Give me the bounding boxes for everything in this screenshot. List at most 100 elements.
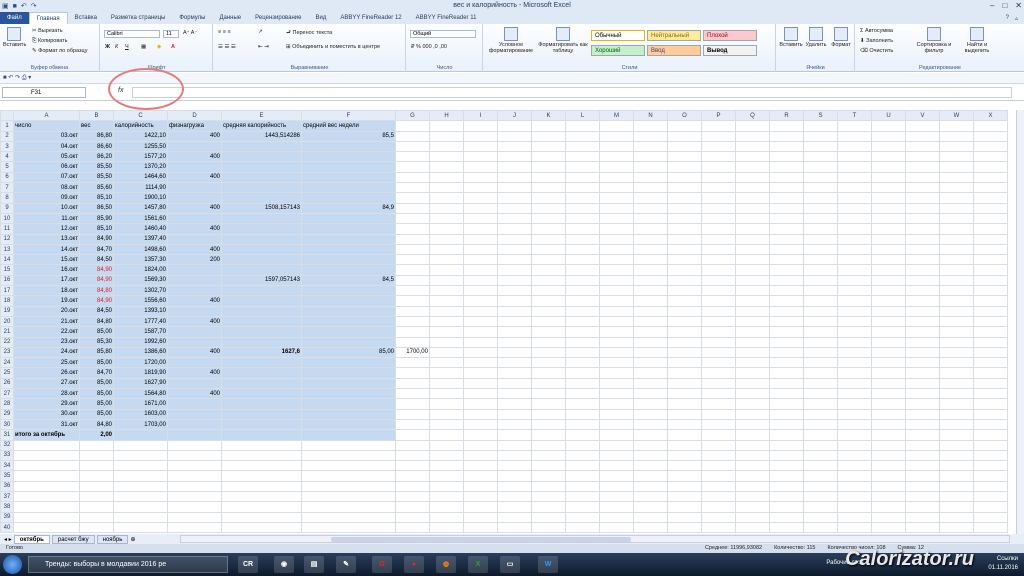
find-select-button[interactable]: Найти и выделить	[958, 27, 996, 54]
cell-H17[interactable]	[429, 285, 464, 297]
cell-Q20[interactable]	[735, 315, 770, 328]
cell-T15[interactable]	[837, 264, 872, 276]
cell-L40[interactable]	[565, 521, 600, 534]
cell-Q5[interactable]	[735, 161, 770, 173]
row-header[interactable]: 37	[0, 490, 14, 503]
cell-C24[interactable]: 1720,00	[113, 357, 168, 369]
cell-P5[interactable]	[701, 161, 736, 173]
cell-J25[interactable]	[497, 367, 532, 379]
cell-S22[interactable]	[803, 336, 838, 348]
cell-F13[interactable]	[301, 243, 396, 256]
cell-D33[interactable]	[167, 449, 222, 462]
cell-Q23[interactable]	[735, 346, 770, 359]
cell-G11[interactable]	[395, 223, 430, 235]
cell-I36[interactable]	[463, 480, 498, 492]
cell-W13[interactable]	[939, 243, 974, 256]
cell-T27[interactable]	[837, 388, 872, 400]
cell-H2[interactable]	[429, 130, 464, 142]
cell-E10[interactable]	[221, 212, 302, 225]
cell-V19[interactable]	[905, 305, 940, 317]
row-header[interactable]: 40	[0, 521, 14, 534]
cell-L16[interactable]	[565, 274, 600, 287]
cell-X22[interactable]	[973, 336, 1008, 348]
style-output[interactable]: Вывод	[703, 45, 757, 56]
indent-icon[interactable]: ⇤ ⇥	[258, 44, 269, 50]
cell-B34[interactable]	[79, 460, 114, 472]
cell-C34[interactable]	[113, 460, 168, 472]
cell-M19[interactable]	[599, 305, 634, 317]
cell-L4[interactable]	[565, 151, 600, 163]
cell-R32[interactable]	[769, 439, 804, 451]
cell-X27[interactable]	[973, 388, 1008, 400]
cell-J34[interactable]	[497, 460, 532, 472]
chrome-icon[interactable]: ◍	[436, 556, 456, 573]
cell-M15[interactable]	[599, 264, 634, 276]
cell-L5[interactable]	[565, 161, 600, 173]
cell-B10[interactable]: 85,90	[79, 212, 114, 225]
cell-K19[interactable]	[531, 305, 566, 317]
cell-A20[interactable]: 21.окт	[13, 315, 80, 328]
cell-T20[interactable]	[837, 315, 872, 328]
cell-C35[interactable]	[113, 470, 168, 482]
cell-S17[interactable]	[803, 285, 838, 297]
cell-Q30[interactable]	[735, 418, 770, 431]
cell-V4[interactable]	[905, 151, 940, 163]
cell-A28[interactable]: 29.окт	[13, 398, 80, 410]
cell-D28[interactable]	[167, 398, 222, 410]
cell-C9[interactable]: 1457,80	[113, 202, 168, 214]
cell-T28[interactable]	[837, 398, 872, 410]
cell-C37[interactable]	[113, 490, 168, 503]
cell-K14[interactable]	[531, 254, 566, 266]
cell-Q35[interactable]	[735, 470, 770, 482]
cell-L31[interactable]	[565, 429, 600, 441]
cell-O38[interactable]	[667, 501, 702, 513]
cell-B14[interactable]: 84,50	[79, 254, 114, 266]
cell-B36[interactable]	[79, 480, 114, 492]
cell-F21[interactable]	[301, 326, 396, 338]
cell-D9[interactable]: 400	[167, 202, 222, 214]
cell-X26[interactable]	[973, 377, 1008, 390]
cell-M13[interactable]	[599, 243, 634, 256]
cell-N10[interactable]	[633, 212, 668, 225]
cell-X15[interactable]	[973, 264, 1008, 276]
cell-K13[interactable]	[531, 243, 566, 256]
cell-O16[interactable]	[667, 274, 702, 287]
cell-G35[interactable]	[395, 470, 430, 482]
cell-U22[interactable]	[871, 336, 906, 348]
cell-V2[interactable]	[905, 130, 940, 142]
cell-F19[interactable]	[301, 305, 396, 317]
cell-C7[interactable]: 1114,90	[113, 182, 168, 194]
cell-C6[interactable]: 1464,60	[113, 171, 168, 184]
cell-O35[interactable]	[667, 470, 702, 482]
cell-C4[interactable]: 1577,20	[113, 151, 168, 163]
cell-E4[interactable]	[221, 151, 302, 163]
cell-T40[interactable]	[837, 521, 872, 534]
cell-C22[interactable]: 1992,60	[113, 336, 168, 348]
cell-R39[interactable]	[769, 511, 804, 523]
cell-H33[interactable]	[429, 449, 464, 462]
cell-E39[interactable]	[221, 511, 302, 523]
cell-F18[interactable]	[301, 295, 396, 307]
row-header[interactable]: 32	[0, 439, 14, 451]
cell-R40[interactable]	[769, 521, 804, 534]
cell-F17[interactable]	[301, 285, 396, 297]
cell-E19[interactable]	[221, 305, 302, 317]
cell-I19[interactable]	[463, 305, 498, 317]
cell-F7[interactable]	[301, 182, 396, 194]
cell-T7[interactable]	[837, 182, 872, 194]
cell-M30[interactable]	[599, 418, 634, 431]
cell-H27[interactable]	[429, 388, 464, 400]
cell-P8[interactable]	[701, 192, 736, 204]
cell-U39[interactable]	[871, 511, 906, 523]
cell-M35[interactable]	[599, 470, 634, 482]
cell-M5[interactable]	[599, 161, 634, 173]
cell-D13[interactable]: 400	[167, 243, 222, 256]
cell-A22[interactable]: 23.окт	[13, 336, 80, 348]
cell-X3[interactable]	[973, 140, 1008, 153]
cell-R16[interactable]	[769, 274, 804, 287]
cell-X39[interactable]	[973, 511, 1008, 523]
cell-J30[interactable]	[497, 418, 532, 431]
cell-F38[interactable]	[301, 501, 396, 513]
cell-J7[interactable]	[497, 182, 532, 194]
cell-J15[interactable]	[497, 264, 532, 276]
